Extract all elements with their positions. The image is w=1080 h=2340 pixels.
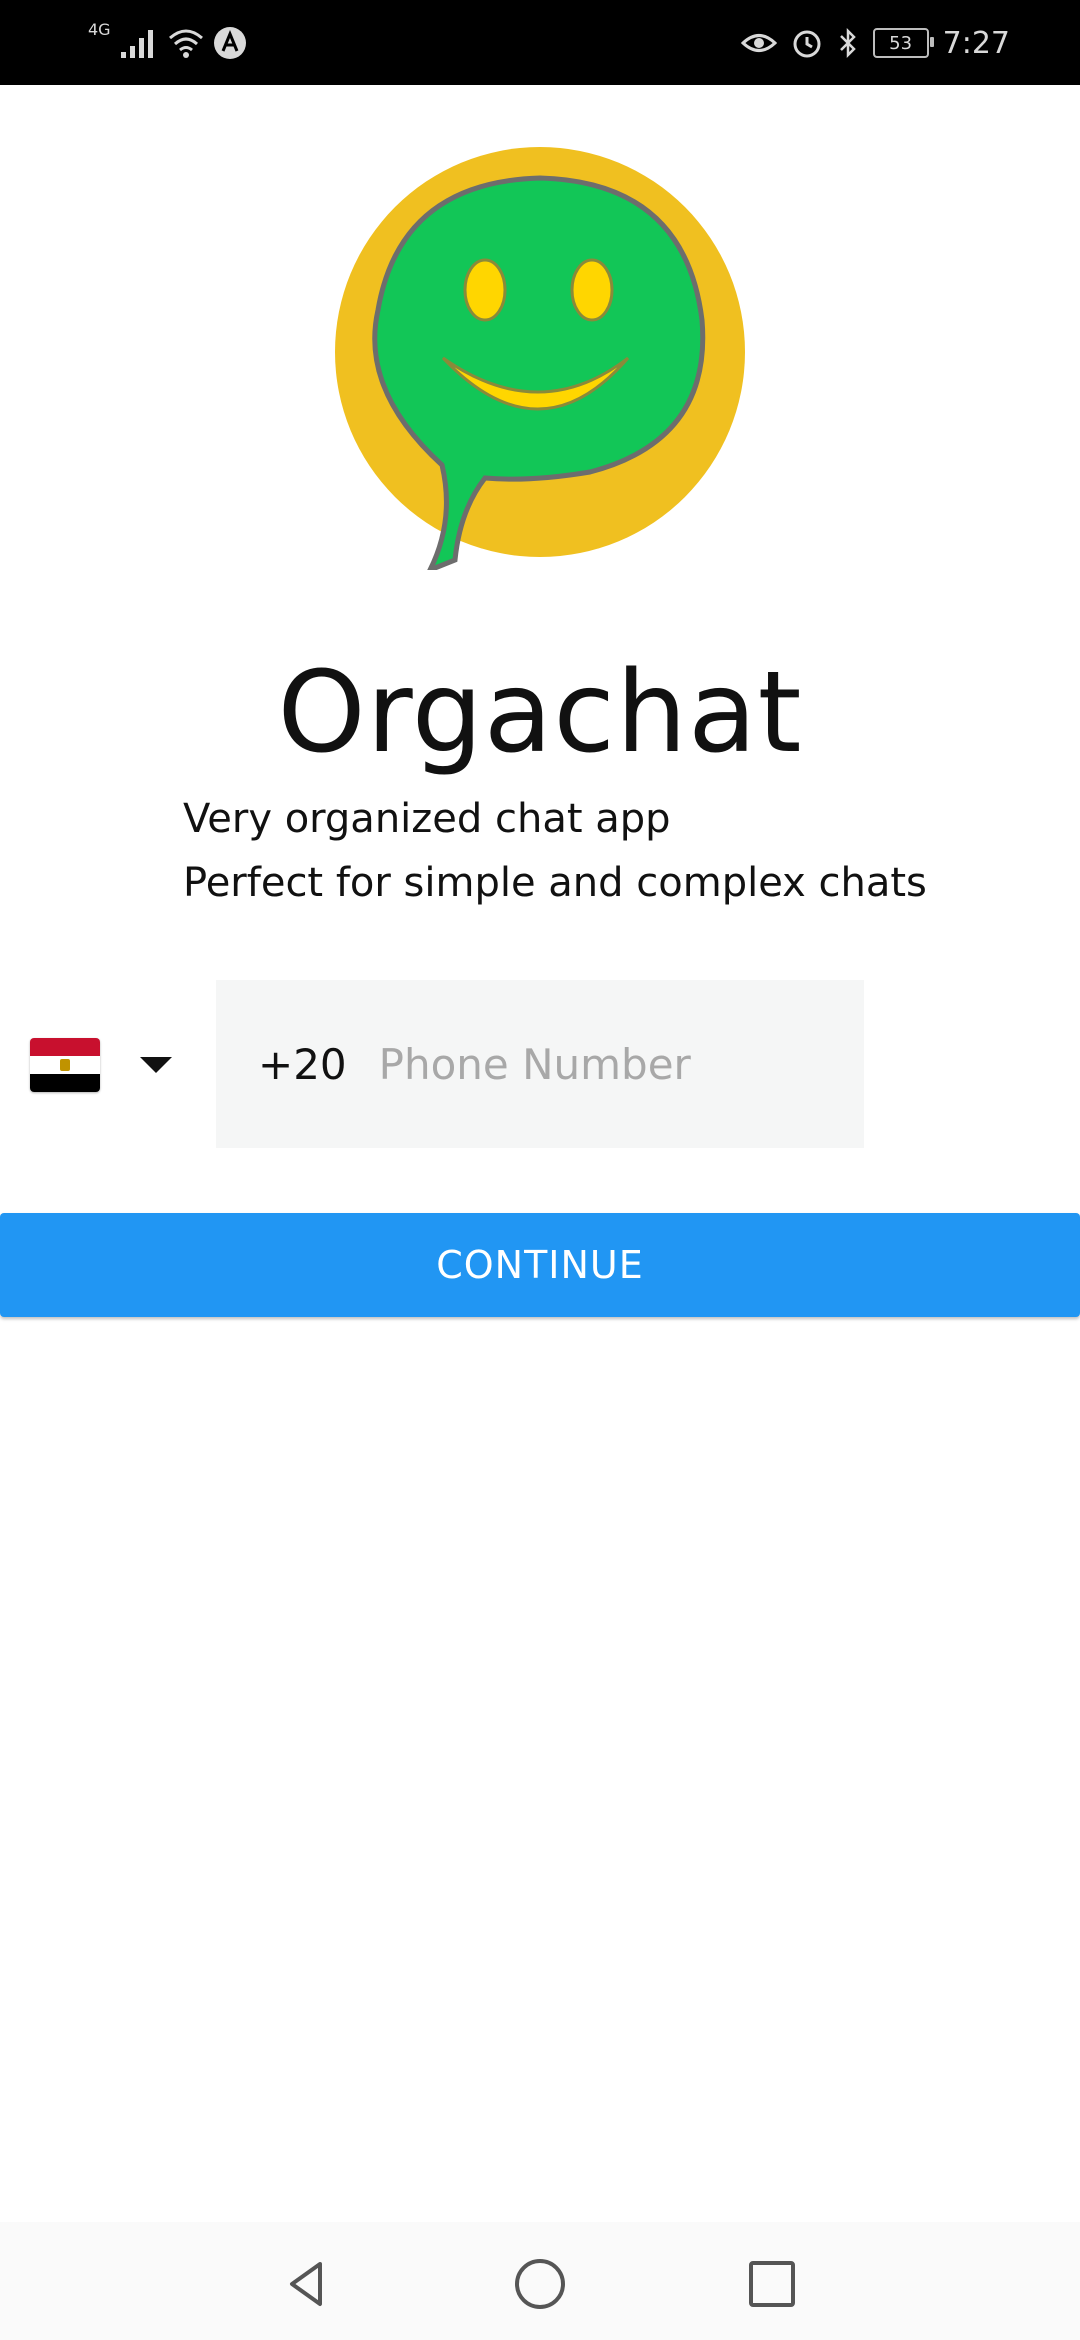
orgachat-logo-icon (335, 147, 745, 570)
status-time: 7:27 (942, 25, 1010, 61)
login-screen: 4G 53 7:27 Orgachat Very organized chat … (0, 0, 1080, 2340)
home-icon[interactable] (512, 2256, 568, 2312)
chevron-down-icon[interactable] (140, 1057, 172, 1073)
app-notification-icon (213, 27, 246, 59)
network-type: 4G (88, 19, 111, 39)
tagline-line-2: Perfect for simple and complex chats (183, 860, 927, 906)
battery-icon: 53 (872, 28, 934, 58)
back-icon[interactable] (280, 2256, 336, 2312)
cell-signal-icon (120, 30, 153, 58)
phone-input[interactable] (376, 1038, 861, 1090)
country-picker[interactable] (30, 1020, 200, 1110)
battery-level: 53 (889, 32, 913, 54)
status-bar: 4G 53 7:27 (0, 0, 1080, 85)
bluetooth-icon (839, 27, 856, 59)
status-right: 53 7:27 (740, 18, 1010, 68)
tagline-line-1: Very organized chat app (183, 796, 671, 842)
phone-number-field[interactable]: +20 (216, 980, 864, 1148)
recent-apps-icon[interactable] (744, 2256, 800, 2312)
eye-comfort-icon (740, 34, 777, 52)
app-title: Orgachat (277, 648, 803, 778)
continue-button[interactable]: CONTINUE (0, 1213, 1080, 1317)
wifi-icon (168, 29, 203, 58)
alarm-icon (793, 30, 821, 58)
dial-code: +20 (258, 1039, 347, 1089)
status-left: 4G (88, 18, 247, 68)
system-nav-bar (0, 2222, 1080, 2340)
egypt-flag-icon (30, 1038, 100, 1092)
